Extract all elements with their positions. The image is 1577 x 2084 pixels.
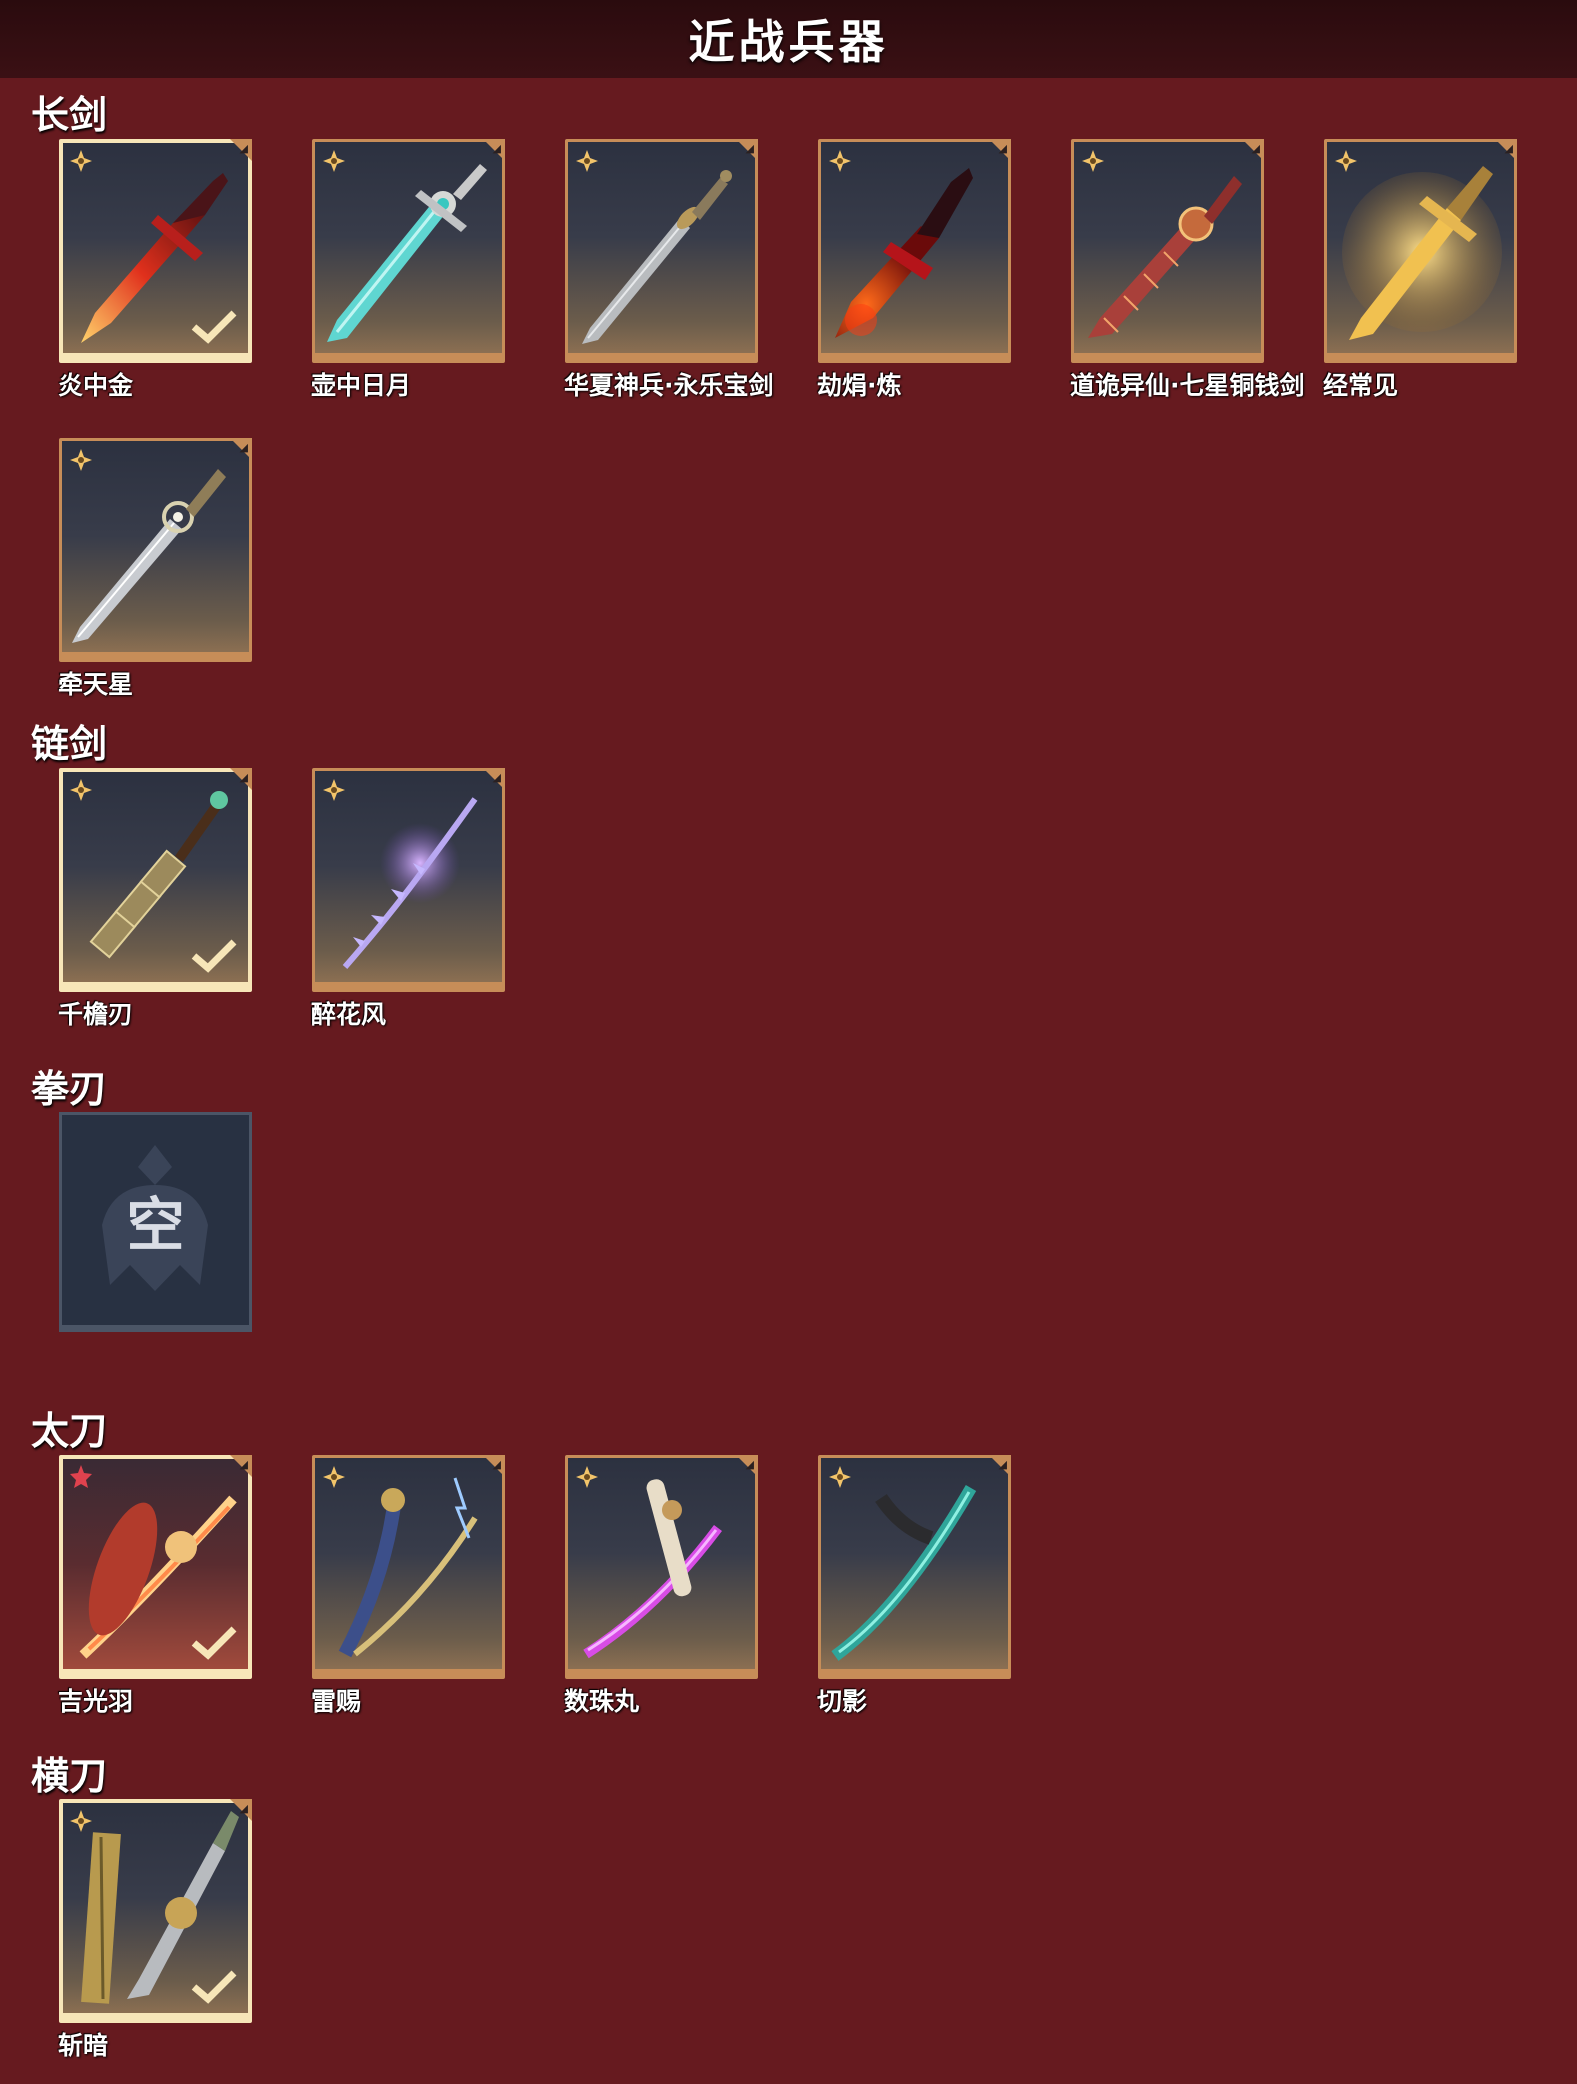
- weapon-card-qixing[interactable]: ◢: [1071, 139, 1264, 363]
- weapon-name: 牵天星: [58, 670, 134, 699]
- gold-star-icon: [70, 150, 92, 172]
- gold-star-icon: [576, 1466, 598, 1488]
- weapon-name: 经常见: [1323, 371, 1399, 400]
- weapon-card-qiantianxing[interactable]: ◢: [59, 438, 252, 662]
- gold-star-icon: [70, 779, 92, 801]
- weapon-card-jiguangyu[interactable]: ◢: [59, 1455, 252, 1679]
- weapon-name: 数珠丸: [564, 1687, 640, 1716]
- gold-star-icon: [829, 1466, 851, 1488]
- gold-star-icon: [70, 449, 92, 471]
- weapon-card-jingchangjian[interactable]: ◢: [1324, 139, 1517, 363]
- section-title-hengdao: 横刀: [31, 1754, 108, 1798]
- section-title-longsword: 长剑: [31, 93, 108, 137]
- weapon-name: 劫焆·炼: [817, 371, 902, 400]
- weapon-card-yongle[interactable]: ◢: [565, 139, 758, 363]
- weapon-card-qieying[interactable]: ◢: [818, 1455, 1011, 1679]
- gold-star-icon: [1082, 150, 1104, 172]
- equipped-check-icon: [191, 1626, 237, 1660]
- weapon-card-leici[interactable]: ◢: [312, 1455, 505, 1679]
- weapon-name: 斩暗: [58, 2031, 109, 2060]
- weapon-card-zuihuafeng[interactable]: ◢: [312, 768, 505, 992]
- weapon-name: 华夏神兵·永乐宝剑: [564, 371, 774, 400]
- weapon-card-huzhongriyue[interactable]: ◢: [312, 139, 505, 363]
- equipped-check-icon: [191, 939, 237, 973]
- gold-star-icon: [1335, 150, 1357, 172]
- red-star-icon: [70, 1465, 92, 1488]
- weapon-card-yanzhongjin[interactable]: ◢: [59, 139, 252, 363]
- section-title-fistblade: 拳刃: [31, 1067, 108, 1111]
- weapon-card-qianyanren[interactable]: ◢: [59, 768, 252, 992]
- gold-star-icon: [323, 1466, 345, 1488]
- weapon-name: 壶中日月: [311, 371, 412, 400]
- gold-star-icon: [576, 150, 598, 172]
- weapon-name: 雷赐: [311, 1687, 362, 1716]
- page-header: 近战兵器: [0, 0, 1577, 78]
- gold-star-icon: [829, 150, 851, 172]
- page-title: 近战兵器: [688, 15, 889, 69]
- empty-slot[interactable]: 空: [59, 1112, 252, 1332]
- section-title-tachi: 太刀: [31, 1409, 108, 1453]
- weapon-card-zhanan[interactable]: ◢: [59, 1799, 252, 2023]
- equipped-check-icon: [191, 1970, 237, 2004]
- section-title-chainsword: 链剑: [31, 722, 108, 766]
- weapon-name: 千檐刃: [58, 1000, 134, 1029]
- gold-star-icon: [70, 1810, 92, 1832]
- weapon-card-jiejuan[interactable]: ◢: [818, 139, 1011, 363]
- gold-star-icon: [323, 779, 345, 801]
- weapon-name: 吉光羽: [58, 1687, 134, 1716]
- empty-label: 空: [126, 1191, 185, 1259]
- weapon-card-shuzhuwan[interactable]: ◢: [565, 1455, 758, 1679]
- gold-star-icon: [323, 150, 345, 172]
- weapon-name: 醉花风: [311, 1000, 387, 1029]
- weapon-name: 炎中金: [58, 371, 134, 400]
- weapon-name: 切影: [817, 1687, 868, 1716]
- weapon-name: 道诡异仙·七星铜钱剑: [1070, 371, 1305, 400]
- equipped-check-icon: [191, 310, 237, 344]
